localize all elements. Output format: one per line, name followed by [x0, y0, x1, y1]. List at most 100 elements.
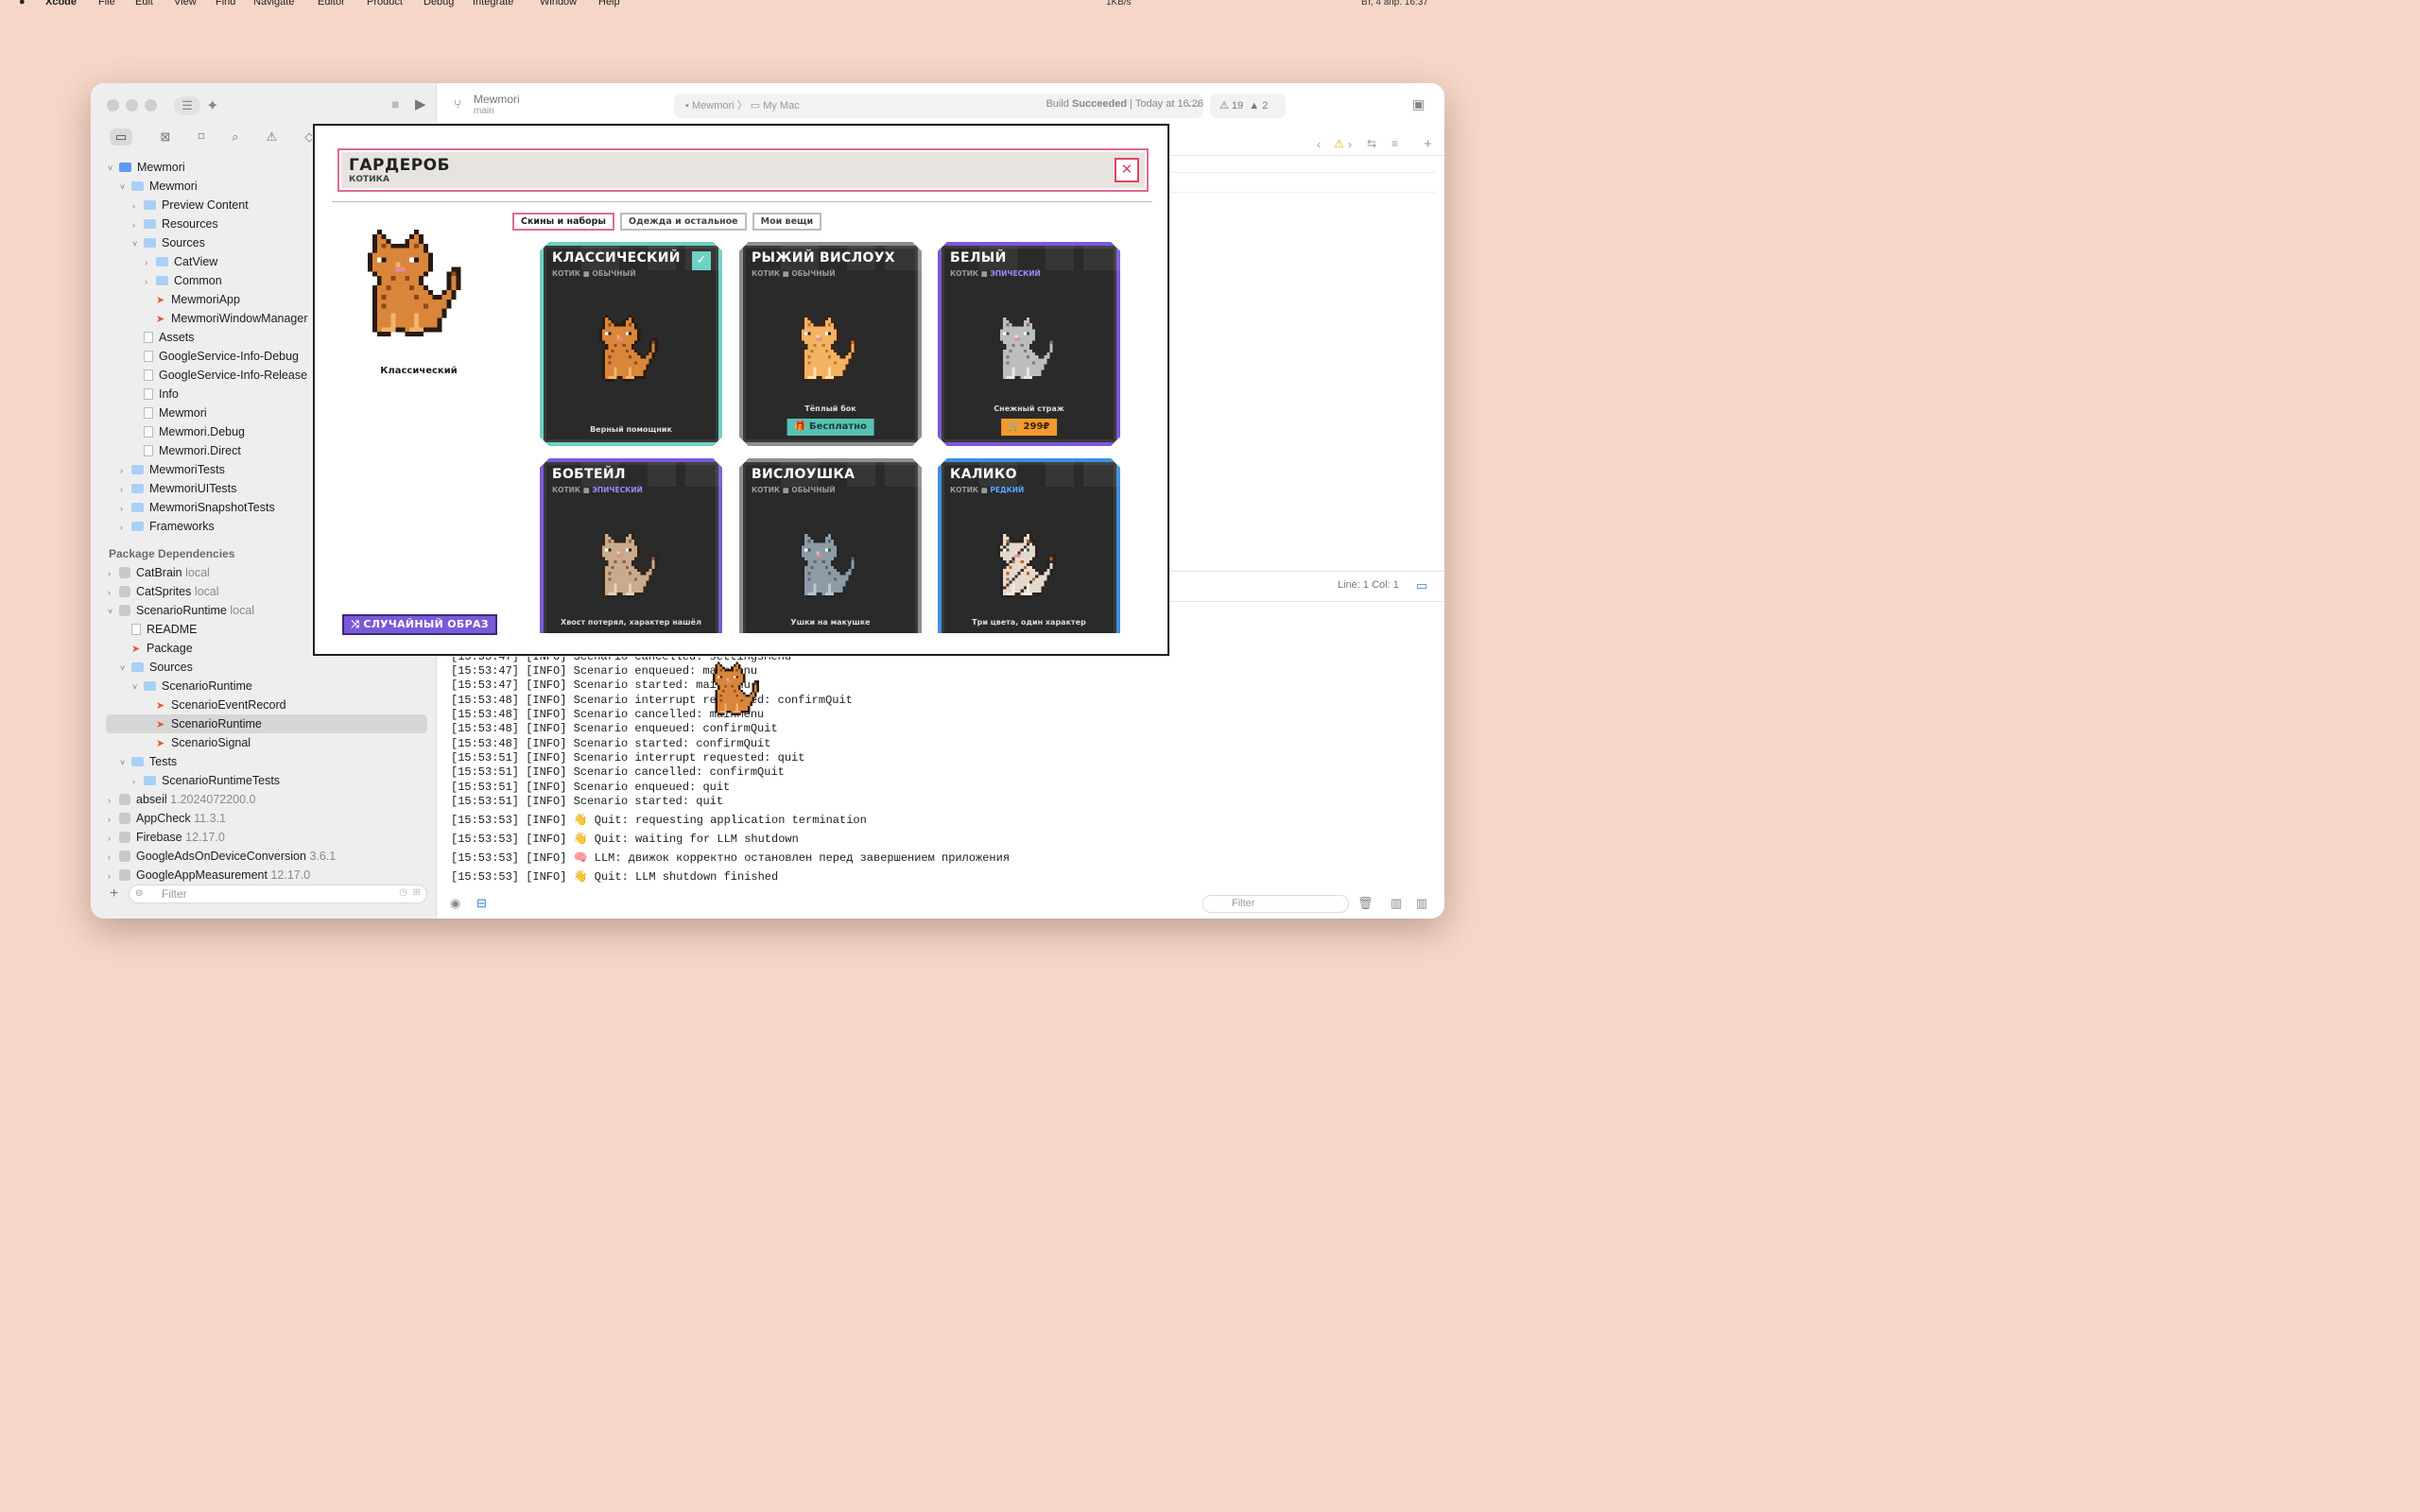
menu-integrate[interactable]: Integrate [473, 0, 513, 8]
sidebar-toggle-icon[interactable]: ☰ [174, 96, 200, 115]
disclosure-chevron-icon[interactable]: › [108, 583, 119, 602]
tree-item[interactable]: › abseil 1.2024072200.0 [91, 790, 431, 809]
disclosure-chevron-icon[interactable]: › [108, 848, 119, 867]
tree-item[interactable]: › GoogleAdsOnDeviceConversion 3.6.1 [91, 847, 431, 866]
menu-view[interactable]: View [174, 0, 197, 8]
back-icon[interactable]: ‹ [1317, 138, 1321, 151]
add-icon[interactable]: + [110, 885, 118, 902]
crumb-project[interactable]: Mewmori [692, 100, 735, 112]
variables-icon[interactable]: ⊟ [476, 896, 487, 911]
swap-icon[interactable]: ⇆ [1367, 137, 1376, 150]
recent-files-icon[interactable]: ◷ [399, 887, 407, 898]
disclosure-chevron-icon[interactable]: › [120, 518, 131, 537]
skin-card[interactable]: РЫЖИЙ ВИСЛОУХ КОТИК ■ ОБЫЧНЫЙ Тёплый бок 🎁 … [739, 242, 922, 446]
stop-icon[interactable]: ■ [391, 96, 399, 112]
forward-icon[interactable]: › [1348, 138, 1352, 151]
skin-price-button[interactable]: 🛒 299₽ [1001, 419, 1058, 436]
disclosure-chevron-icon[interactable]: ˅ [120, 178, 131, 197]
disclosure-chevron-icon[interactable]: ˅ [120, 659, 131, 678]
skin-card[interactable]: ВИСЛОУШКА КОТИК ■ ОБЫЧНЫЙ Ушки на макушке [739, 458, 922, 633]
disclosure-chevron-icon[interactable]: ˅ [108, 159, 119, 178]
disclosure-chevron-icon[interactable]: › [108, 829, 119, 848]
menu-app-name[interactable]: Xcode [45, 0, 77, 8]
skin-price-button[interactable]: 🎁 Бесплатно [786, 419, 874, 436]
disclosure-chevron-icon[interactable]: › [120, 480, 131, 499]
disclosure-chevron-icon[interactable]: › [120, 499, 131, 518]
source-control-icon[interactable]: ⊠ [160, 129, 170, 145]
tab-clothes[interactable]: Одежда и остальное [620, 213, 747, 231]
tree-item[interactable]: ➤ ScenarioRuntime [106, 714, 427, 733]
filter-options-icon[interactable]: ⊜ [135, 888, 143, 899]
menu-help[interactable]: Help [598, 0, 620, 8]
tree-item[interactable]: ➤ ScenarioSignal [91, 733, 431, 752]
disclosure-chevron-icon[interactable]: › [108, 791, 119, 810]
inspector-toggle-icon[interactable]: ▣ [1412, 96, 1425, 112]
skin-card[interactable]: КЛАССИЧЕСКИЙ КОТИК ■ ОБЫЧНЫЙ ✓ Верный помощ… [540, 242, 722, 446]
filter-grid-icon[interactable]: ⊞ [413, 887, 421, 898]
skin-card[interactable]: КАЛИКО КОТИК ■ РЕДКИЙ Три цвета, один хара… [938, 458, 1120, 633]
issue-counter[interactable]: ⚠ 19 ▲ 2 [1210, 94, 1286, 118]
tree-item[interactable]: › AppCheck 11.3.1 [91, 809, 431, 828]
warning-icon[interactable]: ⚠ [1334, 137, 1344, 150]
close-wardrobe-button[interactable]: ✕ [1115, 158, 1139, 182]
desktop-cat-pet[interactable] [713, 662, 764, 718]
tab-my-items[interactable]: Мои вещи [752, 213, 822, 231]
activity-icon[interactable]: ⋯ [1187, 98, 1200, 113]
disclosure-chevron-icon[interactable]: ˅ [132, 678, 144, 696]
disclosure-chevron-icon[interactable]: › [108, 564, 119, 583]
random-outfit-button[interactable]: ⤨ СЛУЧАЙНЫЙ ОБРАЗ [342, 614, 497, 635]
menu-file[interactable]: File [98, 0, 115, 8]
menu-edit[interactable]: Edit [135, 0, 153, 8]
bookmark-icon[interactable]: ⌑ [198, 129, 204, 145]
menubar-clock[interactable]: Вт, 4 апр. 16:37 [1361, 0, 1428, 8]
crumb-destination[interactable]: My Mac [763, 100, 800, 112]
minimize-window-button[interactable] [126, 99, 138, 112]
menu-product[interactable]: Product [367, 0, 403, 8]
close-window-button[interactable] [107, 99, 119, 112]
disclosure-chevron-icon[interactable]: › [120, 461, 131, 480]
disclosure-chevron-icon[interactable]: ˅ [120, 753, 131, 772]
ai-sparkle-icon[interactable]: ✦ [206, 96, 218, 115]
warning-icon[interactable]: ⚠ [266, 129, 277, 145]
tree-item[interactable]: › Firebase 12.17.0 [91, 828, 431, 847]
tree-item[interactable]: ˅ Tests [91, 752, 431, 771]
menu-find[interactable]: Find [216, 0, 235, 8]
eye-icon[interactable]: ◉ [450, 896, 460, 911]
tree-item[interactable]: ˅ ScenarioRuntime [91, 677, 431, 696]
disclosure-chevron-icon[interactable]: › [145, 253, 156, 272]
tree-item[interactable]: ˅ Sources [91, 658, 431, 677]
disclosure-chevron-icon[interactable]: › [145, 272, 156, 291]
menu-navigate[interactable]: Navigate [253, 0, 294, 8]
run-icon[interactable]: ▶ [415, 95, 426, 112]
apple-icon[interactable]: ● [19, 0, 26, 8]
trash-icon[interactable]: 🗑 [1357, 896, 1374, 911]
lines-icon[interactable]: ≡ [1392, 137, 1398, 150]
console-filter-field[interactable]: Filter [1202, 895, 1349, 913]
skin-grid[interactable]: КЛАССИЧЕСКИЙ КОТИК ■ ОБЫЧНЫЙ ✓ Верный помощ… [540, 242, 1124, 633]
tree-item[interactable]: › ScenarioRuntimeTests [91, 771, 431, 790]
scheme-name[interactable]: Mewmori [474, 93, 520, 106]
tree-item[interactable]: › GoogleAppMeasurement 12.17.0 [91, 866, 431, 885]
menu-editor[interactable]: Editor [318, 0, 345, 8]
disclosure-chevron-icon[interactable]: ˅ [108, 602, 119, 621]
tab-skins[interactable]: Скины и наборы [512, 213, 615, 231]
search-icon[interactable]: ⌕ [232, 129, 238, 145]
skin-card[interactable]: БЕЛЫЙ КОТИК ■ ЭПИЧЕСКИЙ Снежный страж 🛒 299… [938, 242, 1120, 446]
disclosure-chevron-icon[interactable]: › [108, 867, 119, 885]
split-left-icon[interactable]: ▥ [1391, 896, 1402, 911]
menu-window[interactable]: Window [540, 0, 577, 8]
disclosure-chevron-icon[interactable]: ˅ [132, 234, 144, 253]
split-right-icon[interactable]: ▥ [1416, 896, 1427, 911]
disclosure-chevron-icon[interactable]: › [132, 772, 144, 791]
menu-debug[interactable]: Debug [424, 0, 454, 8]
skin-card[interactable]: БОБТЕЙЛ КОТИК ■ ЭПИЧЕСКИЙ Хвост потерял, х… [540, 458, 722, 633]
branch-name[interactable]: main [474, 106, 494, 116]
tree-item[interactable]: ➤ ScenarioEventRecord [91, 696, 431, 714]
zoom-window-button[interactable] [145, 99, 157, 112]
add-editor-icon[interactable]: + [1424, 136, 1432, 152]
navigator-filter-field[interactable]: ⊜ Filter ◷ ⊞ [129, 885, 427, 903]
disclosure-chevron-icon[interactable]: › [132, 215, 144, 234]
disclosure-chevron-icon[interactable]: › [108, 810, 119, 829]
disclosure-chevron-icon[interactable]: › [132, 197, 144, 215]
console-toggle-icon[interactable]: ▭ [1416, 578, 1427, 593]
